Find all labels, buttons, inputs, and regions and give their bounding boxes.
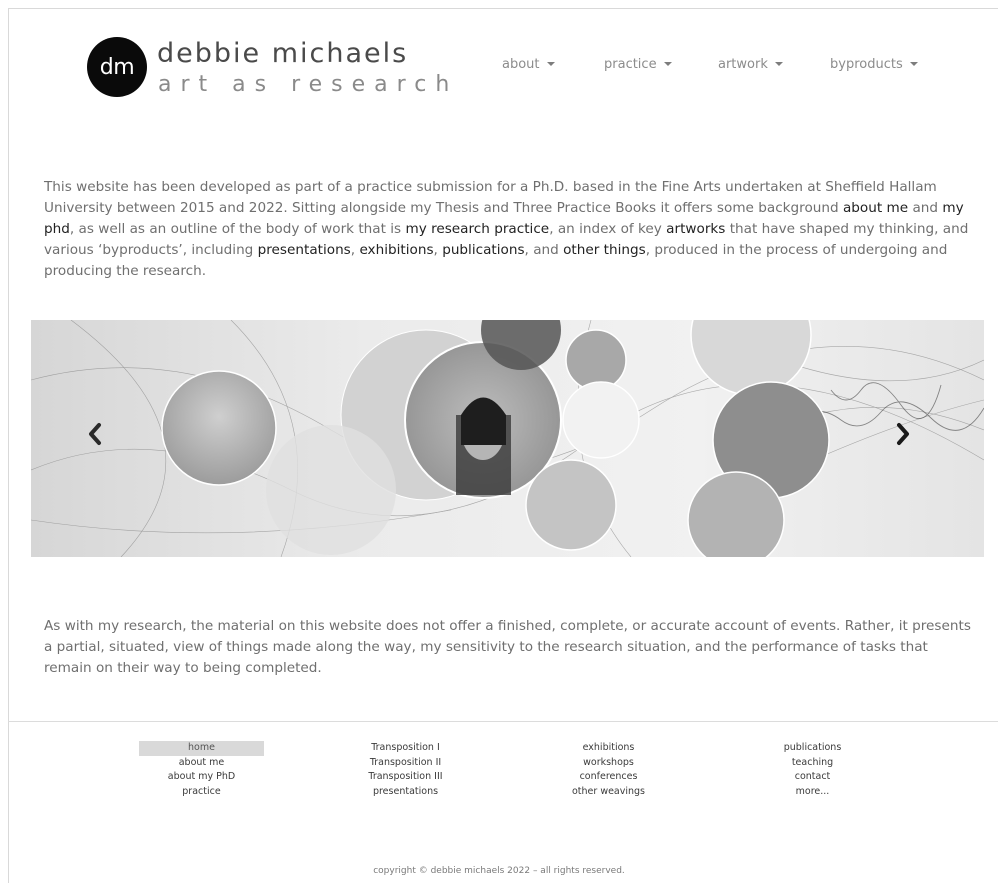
footer-link-contact[interactable]: contact [750,770,875,785]
footer-link-workshops[interactable]: workshops [546,756,671,771]
outro-paragraph: As with my research, the material on thi… [44,618,971,676]
carousel-prev-button[interactable] [86,421,116,455]
image-carousel[interactable] [31,320,984,557]
intro-text: , as well as an outline of the body of w… [69,221,406,237]
nav-artwork-label: artwork [718,57,768,72]
footer-link-home[interactable]: home [139,741,264,756]
nav-artwork[interactable]: artwork [718,57,783,72]
intro-text: , an index of key [549,221,667,237]
link-exhibitions[interactable]: exhibitions [359,242,433,258]
footer-column-1: home about me about my PhD practice [139,741,264,799]
footer-link-publications[interactable]: publications [750,741,875,756]
carousel-collage-image [31,320,984,557]
footer-link-more[interactable]: more... [750,785,875,800]
carousel-next-button[interactable] [894,421,924,455]
chevron-right-icon [897,423,909,445]
caret-down-icon [546,61,555,66]
footer-link-other-weavings[interactable]: other weavings [546,785,671,800]
nav-practice[interactable]: practice [604,57,672,72]
intro-text: , [433,242,443,258]
caret-down-icon [774,61,783,66]
link-publications[interactable]: publications [442,242,524,258]
footer-link-transposition-3[interactable]: Transposition III [343,770,468,785]
intro-text: and [908,200,943,216]
caret-down-icon [663,61,672,66]
footer-link-teaching[interactable]: teaching [750,756,875,771]
footer-link-practice[interactable]: practice [139,785,264,800]
footer-column-3: exhibitions workshops conferences other … [546,741,671,799]
link-research-practice[interactable]: my research practice [405,221,549,237]
nav-about-label: about [502,57,540,72]
footer-link-transposition-2[interactable]: Transposition II [343,756,468,771]
footer-divider [8,721,998,722]
link-about-me[interactable]: about me [843,200,908,216]
footer-link-about-me[interactable]: about me [139,756,264,771]
link-other-things[interactable]: other things [563,242,646,258]
nav-byproducts[interactable]: byproducts [830,57,918,72]
intro-text: , and [524,242,564,258]
nav-practice-label: practice [604,57,657,72]
footer-column-4: publications teaching contact more... [750,741,875,799]
footer-link-about-my-phd[interactable]: about my PhD [139,770,264,785]
chevron-left-icon [89,423,101,445]
nav-about[interactable]: about [502,57,555,72]
footer-link-conferences[interactable]: conferences [546,770,671,785]
main-nav: about practice artwork byproducts [0,57,998,77]
footer-link-exhibitions[interactable]: exhibitions [546,741,671,756]
copyright-notice: copyright © debbie michaels 2022 – all r… [373,866,625,876]
footer-link-transposition-1[interactable]: Transposition I [343,741,468,756]
link-presentations[interactable]: presentations [258,242,351,258]
footer-link-presentations[interactable]: presentations [343,785,468,800]
intro-paragraph: This website has been developed as part … [44,177,974,282]
caret-down-icon [909,61,918,66]
footer-column-2: Transposition I Transposition II Transpo… [343,741,468,799]
link-artworks[interactable]: artworks [666,221,725,237]
intro-text: This website has been developed as part … [44,179,937,216]
nav-byproducts-label: byproducts [830,57,903,72]
